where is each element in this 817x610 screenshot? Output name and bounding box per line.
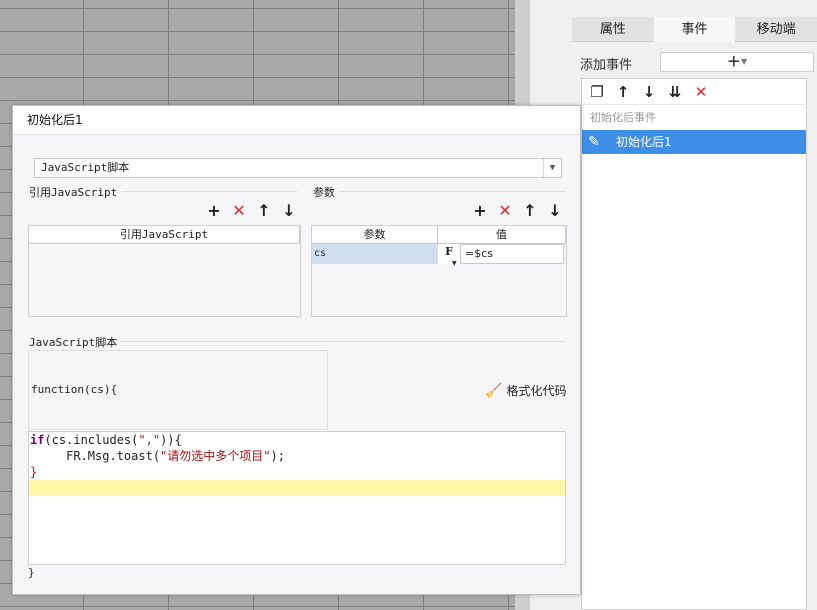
arrow-up-icon[interactable]: ↑	[522, 203, 538, 219]
params-divider	[313, 191, 566, 192]
copy-icon[interactable]: ❐	[588, 83, 606, 101]
tab-mobile[interactable]: 移动端	[735, 17, 817, 42]
code-editor[interactable]: if(cs.includes(",")){ FR.Msg.toast("请勿选中…	[28, 431, 566, 565]
code-line[interactable]: }	[29, 464, 565, 480]
code-line[interactable]	[29, 480, 565, 496]
arrow-down-icon[interactable]: ↓	[281, 203, 297, 219]
delete-icon[interactable]: ✕	[692, 83, 710, 101]
code-line[interactable]: FR.Msg.toast("请勿选中多个项目");	[29, 448, 565, 464]
function-header-box: function(cs){	[28, 350, 328, 430]
panel-tabs: 属性 事件 移动端	[572, 17, 817, 42]
pencil-icon: ✎	[588, 134, 600, 150]
code-token: if	[30, 433, 45, 447]
params-toolbar: + ✕ ↑ ↓	[472, 203, 563, 219]
arrow-up-icon[interactable]: ↑	[614, 83, 632, 101]
script-type-value: JavaScript脚本	[41, 161, 130, 174]
delete-icon[interactable]: ✕	[497, 203, 513, 219]
format-code-label: 格式化代码	[506, 384, 567, 398]
arrow-down-icon[interactable]: ↓	[547, 203, 563, 219]
event-item[interactable]: ✎ 初始化后1	[582, 130, 806, 154]
script-section-label: JavaScript脚本	[29, 334, 122, 350]
code-token: ","	[138, 433, 161, 447]
param-value-input[interactable]: =$cs	[460, 244, 564, 264]
code-token: )){	[160, 433, 182, 447]
delete-icon[interactable]: ✕	[231, 203, 247, 219]
param-name-column-header[interactable]: 参数	[312, 226, 438, 243]
ref-js-column-header[interactable]: 引用JavaScript	[29, 226, 300, 243]
code-token: }	[30, 465, 38, 479]
caret-down-icon: ▼	[741, 57, 748, 66]
broom-icon: 🧹	[485, 382, 503, 399]
ref-js-toolbar: + ✕ ↑ ↓	[206, 203, 297, 219]
arrow-up-icon[interactable]: ↑	[256, 203, 272, 219]
code-token: (cs.includes(	[44, 433, 139, 447]
code-token: "请勿选中多个项目"	[160, 449, 271, 463]
function-footer: }	[28, 566, 35, 579]
event-list: ❐ ↑ ↓ ⇊ ✕ 初始化后事件 ✎ 初始化后1	[581, 78, 807, 610]
script-type-select[interactable]: JavaScript脚本 ▼	[34, 158, 562, 178]
event-toolbar: ❐ ↑ ↓ ⇊ ✕	[582, 79, 806, 105]
param-name-cell[interactable]: cs	[312, 244, 438, 264]
chevron-down-icon[interactable]: ▼	[543, 159, 561, 177]
add-event-row: 添加事件 +▼	[580, 52, 814, 73]
code-token: FR.Msg.toast(	[30, 449, 161, 463]
code-line[interactable]: if(cs.includes(",")){	[29, 432, 565, 448]
param-value-column-header[interactable]: 值	[438, 226, 566, 243]
table-row[interactable]: cs F ▼ =$cs	[312, 244, 564, 267]
event-item-label: 初始化后1	[616, 135, 672, 149]
ref-js-grid-header: 引用JavaScript	[29, 226, 300, 244]
tab-events[interactable]: 事件	[653, 17, 736, 42]
add-event-button[interactable]: +▼	[660, 52, 814, 72]
event-panel: 属性 事件 移动端 添加事件 +▼ ❐ ↑ ↓ ⇊ ✕ 初始化后事件 ✎ 初始化…	[572, 0, 817, 610]
add-icon[interactable]: +	[472, 203, 488, 219]
ref-js-section-label: 引用JavaScript	[29, 184, 122, 200]
arrow-down-icon[interactable]: ↓	[640, 83, 658, 101]
code-token: );	[270, 449, 285, 463]
function-header: function(cs){	[31, 383, 118, 396]
plus-icon: +	[726, 51, 742, 72]
add-event-label: 添加事件	[580, 58, 633, 73]
formula-icon[interactable]: F ▼	[438, 244, 460, 267]
params-grid-header: 参数 值	[312, 226, 566, 244]
ref-js-grid: 引用JavaScript	[28, 225, 301, 317]
params-grid: 参数 值 cs F ▼ =$cs	[311, 225, 567, 317]
event-group-label: 初始化后事件	[590, 111, 656, 124]
move-bottom-icon[interactable]: ⇊	[666, 83, 684, 101]
tab-properties[interactable]: 属性	[572, 17, 654, 42]
params-section-label: 参数	[313, 184, 339, 200]
format-code-button[interactable]: 🧹 格式化代码	[485, 382, 566, 399]
dialog-title: 初始化后1	[13, 106, 580, 135]
add-icon[interactable]: +	[206, 203, 222, 219]
event-dialog: 初始化后1 JavaScript脚本 ▼ 引用JavaScript + ✕ ↑ …	[12, 105, 581, 595]
